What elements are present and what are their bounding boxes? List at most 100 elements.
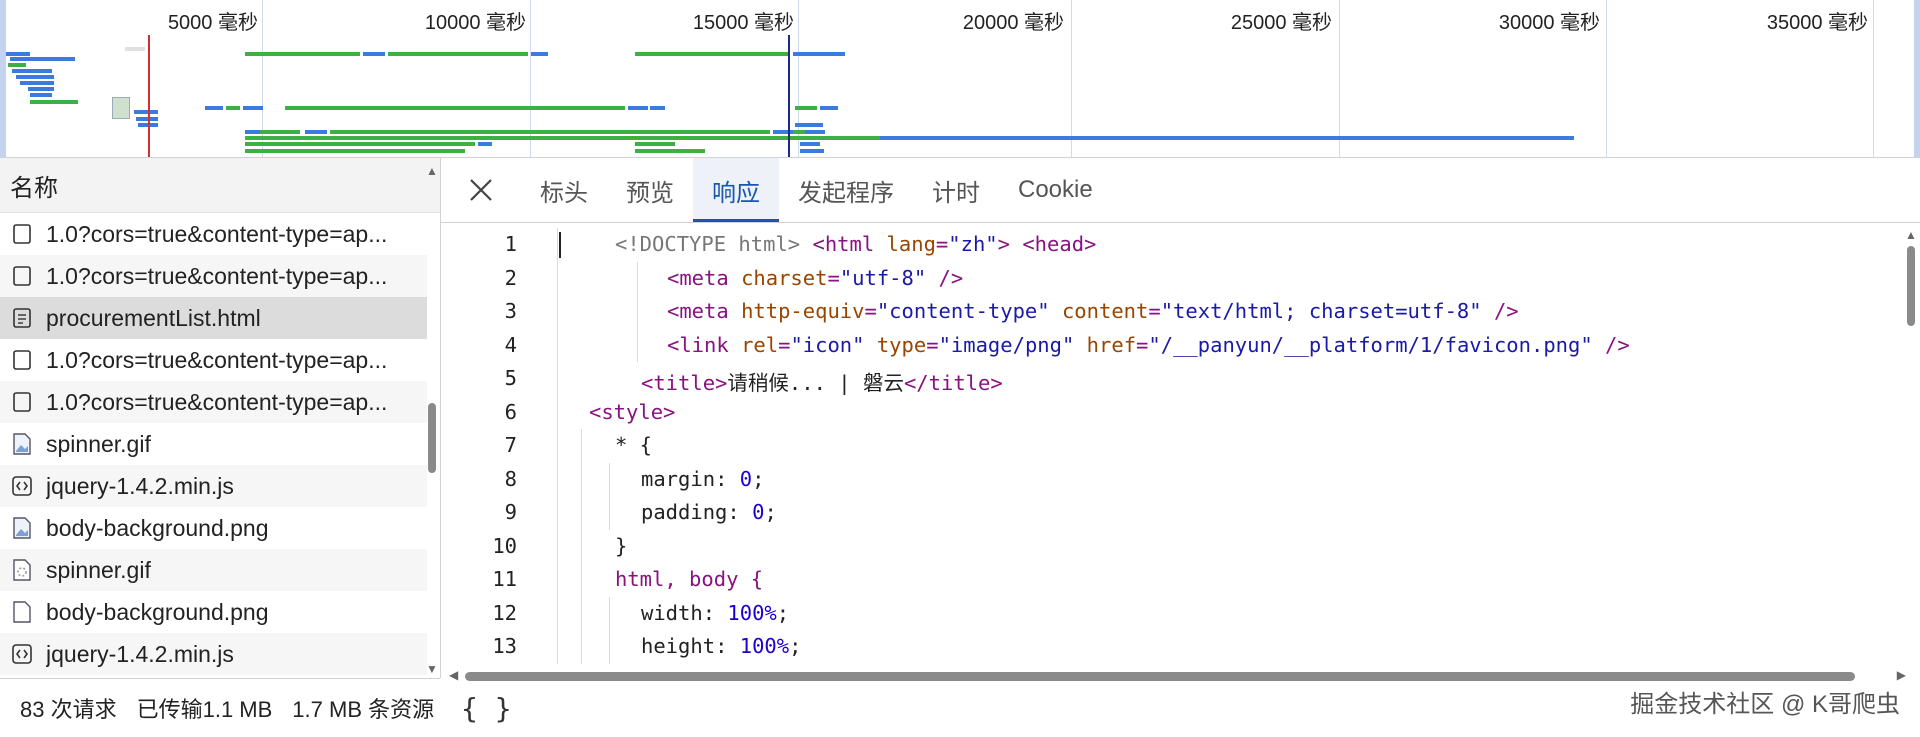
attr: rel xyxy=(741,332,779,357)
request-row[interactable]: body-background.png xyxy=(0,507,427,549)
scroll-up-arrow-icon[interactable]: ▲ xyxy=(1905,228,1917,242)
request-name: procurementList.html xyxy=(46,304,261,331)
request-count: 83 次请求 xyxy=(20,697,117,722)
code-line: 5 <title>请稍候... | 磐云</title> xyxy=(441,362,1901,396)
line-number: 7 xyxy=(504,433,517,457)
tag-close: > xyxy=(997,232,1010,256)
attr-value: "image/png" xyxy=(938,332,1075,357)
request-row[interactable]: 1.0?cors=true&content-type=ap... xyxy=(0,381,427,423)
line-number: 12 xyxy=(492,600,517,625)
line-number: 9 xyxy=(504,500,517,524)
scrollbar-thumb[interactable] xyxy=(1907,246,1915,326)
request-row[interactable]: body-background.png xyxy=(0,591,427,633)
scroll-up-arrow-icon[interactable]: ▲ xyxy=(426,164,438,178)
code-vertical-scrollbar[interactable]: ▲ xyxy=(1900,228,1920,664)
code-line: 10 } xyxy=(441,529,1901,563)
overview-tick-label: 20000 毫秒 xyxy=(962,12,1064,34)
attr: content xyxy=(1061,299,1149,323)
css-property: width xyxy=(641,600,703,625)
tab-initiator[interactable]: 发起程序 xyxy=(779,158,913,222)
request-row[interactable]: jquery-1.4.2.min.js xyxy=(0,465,427,507)
tag: <html xyxy=(812,232,875,256)
code-line: 4 <link rel="icon" type="image/png" href… xyxy=(441,328,1901,362)
overview-tick-label: 25000 毫秒 xyxy=(1230,12,1332,34)
overview-gridline xyxy=(1873,0,1874,157)
image-icon xyxy=(12,516,32,540)
title-text: 请稍候... | 磐云 xyxy=(727,371,904,395)
request-row-selected[interactable]: procurementList.html xyxy=(0,297,427,339)
request-row[interactable]: spinner.gif xyxy=(0,549,427,591)
overview-gridline xyxy=(1339,0,1340,157)
column-header-name[interactable]: 名称 xyxy=(0,158,440,213)
attr-value: "icon" xyxy=(790,332,865,357)
overview-gridline xyxy=(1606,0,1607,157)
tag-close: /> xyxy=(1481,299,1519,323)
request-row[interactable]: jquery-1.4.2.min.js xyxy=(0,633,427,675)
line-number: 2 xyxy=(504,265,517,290)
scroll-right-arrow-icon[interactable]: ▶ xyxy=(1897,668,1906,682)
request-row[interactable]: 1.0?cors=true&content-type=ap... xyxy=(0,255,427,297)
scroll-down-arrow-icon[interactable]: ▼ xyxy=(426,662,438,676)
tag: <meta xyxy=(667,299,729,323)
code-line: 7 * { xyxy=(441,429,1901,463)
scroll-left-arrow-icon[interactable]: ◀ xyxy=(449,668,458,682)
code-line: 3 <meta http-equiv="content-type" conten… xyxy=(441,295,1901,329)
tab-cookies[interactable]: Cookie xyxy=(999,158,1112,222)
checkbox-icon xyxy=(12,264,32,288)
line-number: 3 xyxy=(504,299,517,323)
close-detail-button[interactable] xyxy=(441,158,521,222)
line-number: 11 xyxy=(492,567,517,591)
css-value: 100% xyxy=(727,600,777,625)
tab-headers[interactable]: 标头 xyxy=(521,158,607,222)
request-name: spinner.gif xyxy=(46,430,151,457)
overview-tick-label: 5000 毫秒 xyxy=(167,12,258,34)
request-row[interactable]: 1.0?cors=true&content-type=ap... xyxy=(0,339,427,381)
request-name: body-background.png xyxy=(46,598,269,625)
css-value: 0 xyxy=(752,500,765,524)
css-property: padding xyxy=(641,500,728,524)
tab-response[interactable]: 响应 xyxy=(693,158,779,222)
close-icon xyxy=(470,179,492,201)
request-list-panel: 名称 1.0?cors=true&content-type=ap... 1.0?… xyxy=(0,158,441,678)
pretty-print-button[interactable]: { } xyxy=(461,692,512,725)
document-icon xyxy=(12,306,32,330)
tab-preview[interactable]: 预览 xyxy=(607,158,693,222)
script-icon xyxy=(12,474,32,498)
request-row[interactable]: 1.0?cors=true&content-type=ap... xyxy=(0,213,427,255)
request-name: 1.0?cors=true&content-type=ap... xyxy=(46,220,388,247)
request-name: body-background.png xyxy=(46,514,269,541)
css-value: 0 xyxy=(739,466,753,491)
scrollbar-thumb[interactable] xyxy=(428,403,436,473)
resources-size: 1.7 MB 条资源 xyxy=(292,697,435,722)
scrollbar-thumb[interactable] xyxy=(465,672,1855,681)
code-horizontal-scrollbar[interactable]: ◀ ▶ xyxy=(441,666,1920,686)
request-name: jquery-1.4.2.min.js xyxy=(46,472,234,499)
overview-left-handle[interactable] xyxy=(0,0,6,157)
response-code-viewer[interactable]: 1 <!DOCTYPE html> <html lang="zh"> <head… xyxy=(441,228,1901,664)
code-line: 1 <!DOCTYPE html> <html lang="zh"> <head… xyxy=(441,228,1901,262)
attr: charset xyxy=(741,265,828,290)
request-name: 1.0?cors=true&content-type=ap... xyxy=(46,346,388,373)
checkbox-icon xyxy=(12,222,32,246)
overview-tick-label: 30000 毫秒 xyxy=(1498,12,1600,34)
detail-tab-bar: 标头 预览 响应 发起程序 计时 Cookie xyxy=(441,158,1920,223)
code-line: 13 height: 100%; xyxy=(441,630,1901,664)
request-list-scrollbar[interactable]: ▲ ▼ xyxy=(424,158,438,678)
overview-right-handle[interactable] xyxy=(1914,0,1920,157)
code-line: 12 width: 100%; xyxy=(441,596,1901,630)
attr-value: "content-type" xyxy=(876,299,1050,323)
attr-value: "zh" xyxy=(948,232,998,256)
code-line: 9 padding: 0; xyxy=(441,496,1901,530)
attr: href xyxy=(1086,332,1137,357)
attr-value: "/__panyun/__platform/1/favicon.png" xyxy=(1148,332,1593,357)
tag: <title> xyxy=(641,371,728,395)
image-icon xyxy=(12,432,32,456)
tab-timing[interactable]: 计时 xyxy=(913,158,999,222)
transferred-size: 已传输1.1 MB xyxy=(136,697,273,722)
attr: lang xyxy=(886,232,936,256)
css-selector: html, body { xyxy=(615,567,764,591)
network-overview-timeline[interactable]: 5000 毫秒 10000 毫秒 15000 毫秒 20000 毫秒 25000… xyxy=(0,0,1920,158)
tag: <link xyxy=(667,332,729,357)
request-row[interactable]: spinner.gif xyxy=(0,423,427,465)
css-property: margin xyxy=(641,466,716,491)
